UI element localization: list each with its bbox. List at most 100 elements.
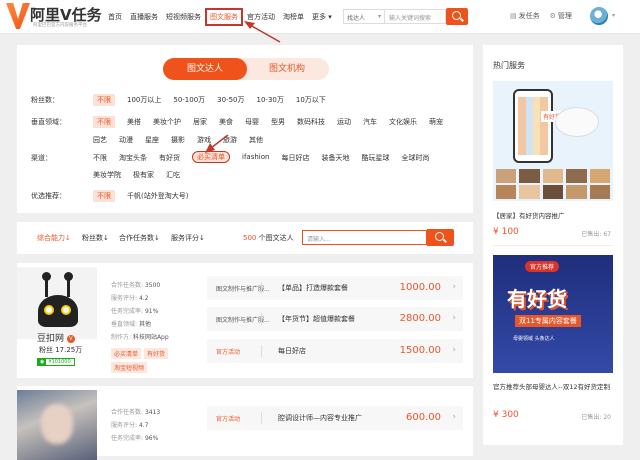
filter-option[interactable]: 不限 [93,153,107,163]
filter-option[interactable]: 星座 [145,135,159,145]
filter-option[interactable]: 50-100万 [173,95,205,106]
filter-option[interactable]: 美妆个护 [153,117,181,128]
filter-option[interactable]: 型男 [271,117,285,128]
service-row[interactable]: 官方活动 每日好店 1500.00 › [207,339,463,363]
kol-tag: 必买清单 [111,348,142,359]
kol-avatar[interactable] [17,390,97,460]
filter-option[interactable]: 美食 [219,117,233,128]
header-search-input[interactable]: 输入关键词搜索 [384,9,446,24]
divider [261,313,262,325]
kol-tags: 必买清单 有好货 淘宝短视频 [111,348,199,373]
hot-service-sold: 已售出: 20 [581,414,611,421]
filter-option[interactable]: 美搭 [127,117,141,128]
stat-value: 4.2 [138,295,149,302]
hot-service-caption[interactable]: 【居家】有好货内容推广 [493,210,565,220]
stat-row: 任务完成率: 91% [111,308,159,315]
stat-key: 任务完成率 [111,435,142,442]
kol-stats: 合作任务数: 3413 服务评分: 4.7 任务完成率: 96% [111,406,160,445]
tab-graphic-agency[interactable]: 图文机构 [245,58,329,80]
robot-antenna [42,272,51,297]
manage-link[interactable]: ⚙ 管理 [550,11,572,21]
product-thumbnails [493,169,613,183]
sort-rating[interactable]: 服务评分↓ [171,233,205,243]
filter-option[interactable]: 不限 [93,190,115,202]
banner-subtitle: 双11专属内容套餐 [515,315,581,327]
nav-home[interactable]: 首页 [104,12,126,22]
filter-option[interactable]: 文化娱乐 [389,117,417,128]
search-type-select[interactable]: 找达人 ▾ [343,9,384,24]
sort-fans[interactable]: 粉丝数↓ [82,233,109,243]
filter-option[interactable]: 酷玩星球 [361,153,389,163]
filter-option[interactable]: 不限 [93,116,115,128]
filter-option[interactable]: 运动 [337,117,351,128]
stat-row: 合作任务数: 3413 [111,409,161,416]
filter-option[interactable]: 有好货 [159,153,180,163]
result-count-number: 500 [243,234,257,242]
filter-option[interactable]: 千帆(站外登淘大号) [127,191,188,202]
sort-overall[interactable]: 综合能力↓ [37,233,71,243]
service-price: 1500.00 [399,345,441,356]
filter-option[interactable]: 萌宠 [429,117,443,128]
hot-service-image[interactable]: 有好货 [493,81,613,201]
main-nav: 首页 直播服务 短视频服务 图文服务 官方活动 淘榜单 更多 ▾ [104,0,336,34]
filter-option[interactable]: 摄影 [171,135,185,145]
filter-option[interactable]: 动漫 [119,135,133,145]
filter-option[interactable]: 数码科技 [297,117,325,128]
nav-short-video[interactable]: 短视频服务 [162,12,205,22]
filter-option[interactable]: 30-50万 [217,95,244,106]
user-avatar[interactable] [590,7,608,25]
result-search-button[interactable] [427,229,454,246]
logo-subtitle: 阿里巴巴官方内容服务平台 [33,23,87,28]
nav-more[interactable]: 更多 ▾ [308,12,336,22]
tab-graphic-kol[interactable]: 图文达人 [163,58,247,80]
top-navbar: 阿里V任务 阿里巴巴官方内容服务平台 首页 直播服务 短视频服务 图文服务 官方… [0,0,640,34]
service-row[interactable]: 图文制作与推广服... 【单品】打造爆款套餐 1000.00 › [207,276,463,300]
filter-option[interactable]: 旅游 [223,135,237,145]
kol-name-text: 豆扣网 [37,334,65,344]
filter-option[interactable]: 全球时尚 [401,153,429,163]
phone-mockup [513,89,553,163]
service-price: 1000.00 [399,282,441,293]
service-row[interactable]: 图文制作与推广服... 【年货节】超值爆款套餐 2800.00 › [207,307,463,331]
filter-option[interactable]: 每日好店 [281,153,309,163]
publish-task-link[interactable]: ▤ 发任务 [510,11,540,21]
filter-option[interactable]: 母婴 [245,117,259,128]
robot-eye [44,305,54,315]
filter-option[interactable]: ifashion [242,153,269,163]
filter-option[interactable]: 居家 [193,117,207,128]
filter-option[interactable]: 淘宝头条 [119,153,147,163]
nav-official-events[interactable]: 官方活动 [243,12,279,22]
result-search-input[interactable]: 请输入... [302,230,427,245]
filter-option[interactable]: 游戏 [197,135,211,145]
chevron-down-icon[interactable]: ▾ [612,12,615,19]
sidebar-title: 热门服务 [493,61,525,70]
hot-service-price: ¥ 300 [493,410,519,420]
filter-option[interactable]: 不限 [93,94,115,106]
header-search-button[interactable] [446,8,468,25]
filter-option[interactable]: 极有家 [133,170,154,180]
filter-option-must-buy-selected[interactable]: 必买清单 [192,151,230,163]
divider [261,345,262,357]
nav-live[interactable]: 直播服务 [126,12,162,22]
nav-ranking[interactable]: 淘榜单 [279,12,308,22]
site-logo[interactable]: 阿里V任务 阿里巴巴官方内容服务平台 [6,3,102,31]
filter-option[interactable]: 装备天地 [321,153,349,163]
sort-tasks[interactable]: 合作任务数↓ [119,233,160,243]
kol-avatar[interactable] [17,267,97,339]
kol-name[interactable]: 豆扣网 V [37,331,75,344]
filter-option[interactable]: 园艺 [93,135,107,145]
hot-service-caption[interactable]: 官方推荐头部母婴达人--双12有好货定制 [493,383,613,392]
filter-option[interactable]: 10-30万 [257,95,284,106]
filter-option[interactable]: 100万以上 [127,95,161,106]
stat-key: 合作任务数 [111,409,142,416]
filter-label: 垂直领域： [31,118,66,126]
filter-option[interactable]: 美妆学院 [93,170,121,180]
filter-option[interactable]: 10万以下 [296,95,326,106]
service-row[interactable]: 官方活动 腔调设计师—内容专业推广 600.00 › [207,406,463,430]
filter-option[interactable]: 汽车 [363,117,377,128]
nav-graphic-service[interactable]: 图文服务 [205,8,243,26]
filter-option[interactable]: 汇吃 [166,170,180,180]
hot-service-image[interactable]: 官方推荐 有好货 双11专属内容套餐 母婴领域 头条达人 [493,255,613,373]
filter-option[interactable]: 其他 [249,135,263,145]
filter-label: 渠道： [31,154,52,162]
